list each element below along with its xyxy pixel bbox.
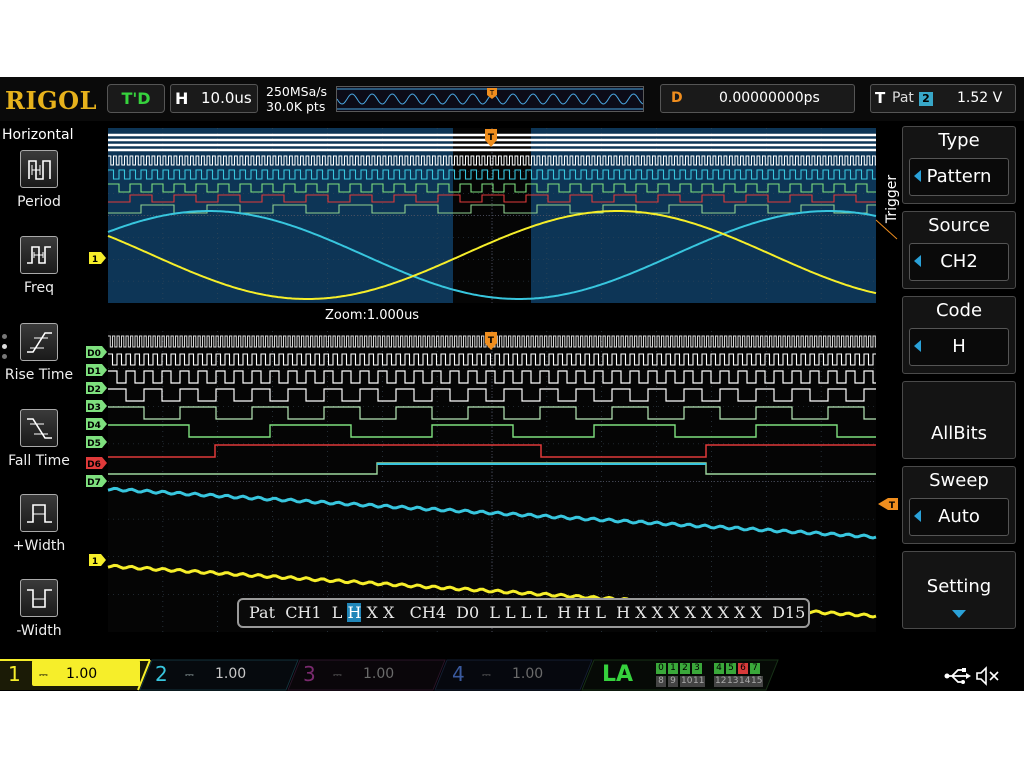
digital-label-d6: D6 — [86, 457, 107, 470]
svg-text:D4: D4 — [87, 421, 101, 431]
channel-bar: 1 ⎓ 1.00 V 2 ⎓ 1.00 V 3 ⎓ 1.00 V 4 ⎓ 1.0… — [0, 656, 1024, 691]
la-tab[interactable]: LA 0 1 2 3 8 9 10 11 4 5 6 7 12 13 14 15 — [600, 660, 770, 689]
trigger-type-softkey[interactable]: Type Pattern — [902, 126, 1016, 204]
la-bit-4: 4 — [714, 663, 724, 674]
dc-coupling-icon: ⎓ — [185, 668, 194, 681]
trigger-code-value: H — [909, 328, 1009, 366]
status-icons — [944, 666, 999, 686]
usb-icon — [944, 668, 971, 684]
digital-label-d3: D3 — [86, 400, 107, 413]
ch3-number: 3 — [303, 662, 316, 686]
svg-text:D6: D6 — [87, 460, 101, 470]
trigger-code-softkey[interactable]: Code H — [902, 296, 1016, 374]
left-arrow-icon — [914, 170, 921, 182]
trigger-sweep-title: Sweep — [929, 470, 989, 491]
left-arrow-icon — [914, 340, 921, 352]
trigger-sweep-value: Auto — [909, 498, 1009, 536]
ch1-offset-marker-main: 1 — [89, 252, 106, 265]
ch4-number: 4 — [452, 662, 465, 686]
ch2-scale: 1.00 V — [215, 666, 247, 682]
digital-label-d5: D5 — [86, 436, 107, 449]
pattern-suffix: X X CH4 D0 L L L L H H L H X X X X X X X… — [361, 603, 806, 622]
digital-label-d0: D0 — [86, 346, 107, 359]
la-bit-3: 3 — [692, 663, 702, 674]
trigger-setting-softkey[interactable]: Setting — [902, 551, 1016, 629]
pattern-highlight-bit: H — [347, 603, 362, 622]
trigger-type-value: Pattern — [909, 158, 1009, 196]
la-bit-7: 7 — [750, 663, 760, 674]
la-bit-9: 9 — [668, 676, 678, 687]
trigger-level-marker: T — [878, 498, 898, 511]
svg-text:Trigger: Trigger — [884, 175, 900, 225]
ch4-scale: 1.00 V — [512, 666, 544, 682]
ch1-scale: 1.00 V — [66, 666, 98, 682]
ch1-number: 1 — [8, 662, 21, 686]
left-arrow-icon — [914, 255, 921, 267]
ch2-number: 2 — [155, 662, 168, 686]
la-bit-15: 15 — [750, 676, 764, 687]
ch3-scale: 1.00 V — [363, 666, 395, 682]
pattern-code-display: Pat CH1 L H X X CH4 D0 L L L L H H L H X… — [237, 598, 810, 628]
digital-label-d2: D2 — [86, 382, 107, 395]
ch1-offset-marker-zoom: 1 — [89, 554, 106, 567]
allbits-softkey[interactable]: AllBits — [902, 381, 1016, 459]
svg-text:D5: D5 — [87, 439, 101, 449]
la-bit-0: 0 — [656, 663, 666, 674]
svg-text:T: T — [488, 133, 495, 143]
svg-text:1: 1 — [92, 557, 98, 567]
trigger-source-softkey[interactable]: Source CH2 — [902, 211, 1016, 289]
svg-text:T: T — [889, 501, 896, 511]
trigger-source-title: Source — [928, 215, 990, 236]
submenu-down-arrow-icon — [952, 610, 966, 618]
digital-label-d4: D4 — [86, 418, 107, 431]
svg-text:D1: D1 — [87, 367, 101, 377]
svg-text:T: T — [488, 336, 495, 346]
trigger-source-value: CH2 — [909, 243, 1009, 281]
allbits-label: AllBits — [930, 423, 988, 444]
svg-text:D3: D3 — [87, 403, 101, 413]
la-channel-bits: 0 1 2 3 8 9 10 11 4 5 6 7 12 13 14 15 — [656, 663, 766, 687]
svg-text:D0: D0 — [87, 349, 101, 359]
la-label: LA — [602, 662, 634, 687]
trigger-code-title: Code — [935, 300, 983, 321]
la-bit-6: 6 — [738, 663, 748, 674]
trigger-sweep-softkey[interactable]: Sweep Auto — [902, 466, 1016, 544]
la-bit-11: 11 — [692, 676, 706, 687]
la-bit-2: 2 — [680, 663, 690, 674]
svg-text:D7: D7 — [87, 478, 101, 488]
dc-coupling-icon: ⎓ — [482, 668, 491, 681]
la-bit-8: 8 — [656, 676, 666, 687]
zoom-label: Zoom:1.000us — [325, 308, 420, 323]
mute-icon — [976, 666, 999, 686]
la-bit-1: 1 — [668, 663, 678, 674]
svg-text:1: 1 — [92, 255, 98, 265]
trigger-menu-header: Trigger — [882, 159, 900, 239]
dc-coupling-icon: ⎓ — [333, 668, 342, 681]
digital-label-d7: D7 — [86, 475, 107, 488]
pattern-prefix: Pat CH1 L — [249, 603, 348, 622]
svg-text:D2: D2 — [87, 385, 101, 395]
setting-label: Setting — [926, 576, 992, 597]
digital-channel-labels: D0 D1 D2 D3 D4 D5 D6 D7 — [86, 346, 107, 488]
trigger-type-title: Type — [938, 130, 980, 151]
la-bit-5: 5 — [726, 663, 736, 674]
left-arrow-icon — [914, 510, 921, 522]
oscilloscope-screen: RIGOL T'D H 10.0us 250MSa/s 30.0K pts T … — [0, 77, 1024, 691]
digital-label-d1: D1 — [86, 364, 107, 377]
dc-coupling-icon: ⎓ — [39, 668, 48, 681]
